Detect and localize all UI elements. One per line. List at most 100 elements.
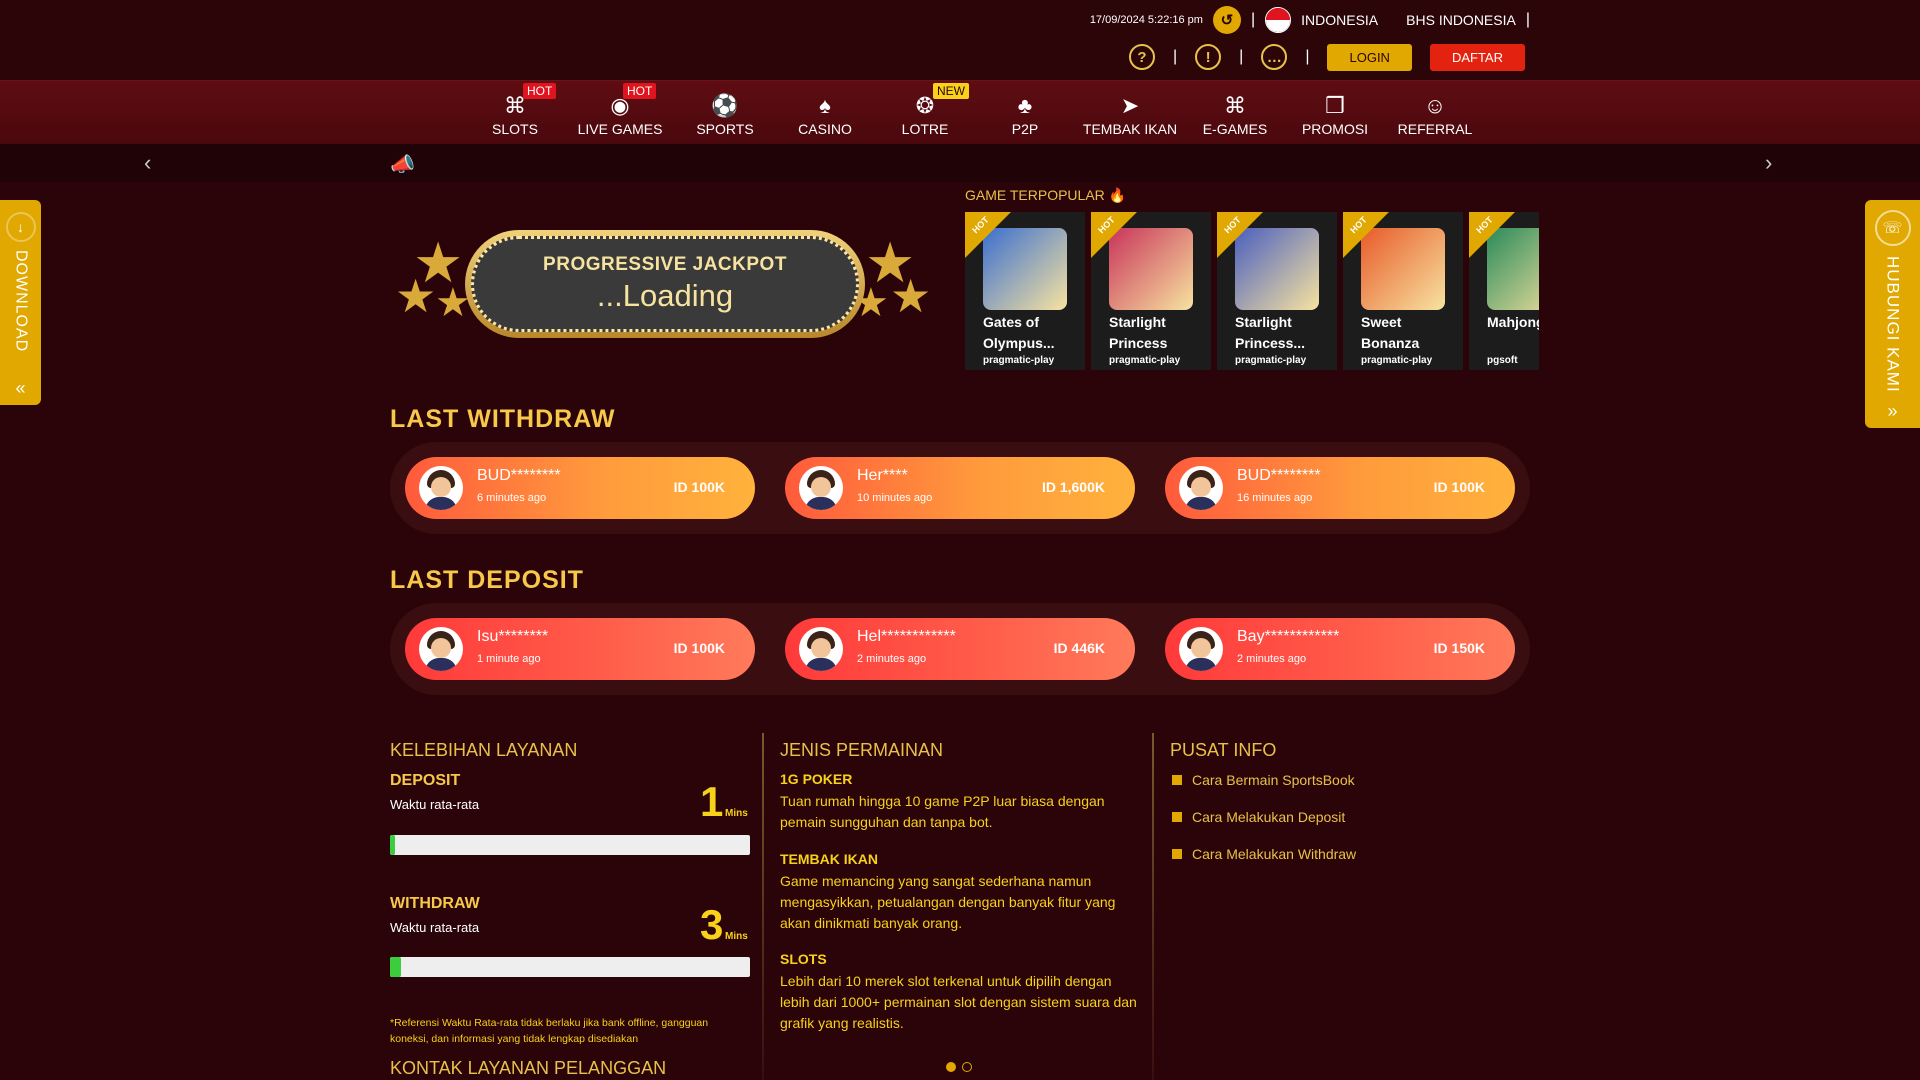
game-card[interactable]: HOT Starlight Princess... pragmatic-play — [1217, 212, 1337, 370]
deposit-speed-unit: Mins — [725, 808, 748, 819]
tx-time: 6 minutes ago — [477, 492, 547, 504]
deposit-speed-sub: Waktu rata-rata — [390, 797, 480, 812]
tx-amount: ID 100K — [1433, 479, 1485, 495]
fish-icon: ➤ — [1120, 93, 1140, 118]
nav-badge: HOT — [623, 83, 657, 99]
top-info-row: 17/09/2024 5:22:16 pm ↺ | INDONESIA BHS … — [1090, 6, 1530, 34]
game-name: Gates of Olympus... — [983, 314, 1055, 351]
download-tab[interactable]: ↓ DOWNLOAD « — [0, 200, 41, 405]
login-button[interactable]: LOGIN — [1327, 43, 1412, 71]
last-withdraw-title: LAST WITHDRAW — [390, 405, 616, 433]
divider: | — [1305, 48, 1310, 65]
nav-item-sports[interactable]: ⚽ SPORTS — [675, 81, 775, 145]
nav-item-live-games[interactable]: ◉ LIVE GAMES HOT — [565, 81, 675, 145]
withdraw-speed-label: WITHDRAW — [390, 895, 480, 912]
game-name: Starlight Princess... — [1235, 314, 1306, 351]
game-provider: pragmatic-play — [983, 355, 1055, 366]
nav-item-label: CASINO — [798, 121, 852, 137]
withdraw-speed-fill — [390, 957, 401, 977]
nav-item-label: PROMOSI — [1301, 121, 1369, 137]
star-icon: ★ — [395, 270, 437, 322]
chevron-double-left-icon: « — [15, 378, 26, 398]
divider: | — [1250, 11, 1256, 28]
last-withdraw-panel: BUD******** 6 minutes ago ID 100K Her**** 10… — [390, 442, 1530, 534]
game-type-title: SLOTS — [780, 951, 827, 967]
withdraw-card: BUD******** 6 minutes ago ID 100K — [405, 457, 755, 519]
game-card[interactable]: HOT Starlight Princess pragmatic-play — [1091, 212, 1211, 370]
game-type-desc: Lebih dari 10 merek slot terkenal untuk … — [780, 973, 1137, 1031]
customer-service-title: KONTAK LAYANAN PELANGGAN — [390, 1058, 667, 1078]
nav-badge: NEW — [933, 83, 969, 99]
jackpot-value: ...Loading — [596, 278, 734, 313]
nav-item-label: TEMBAK IKAN — [1082, 121, 1178, 137]
lottery-icon: ❂ — [915, 93, 935, 118]
avatar — [1179, 466, 1223, 510]
nav-item-slots[interactable]: ⌘ SLOTS HOT — [465, 81, 565, 145]
service-title: KELEBIHAN LAYANAN — [390, 740, 578, 760]
tx-amount: ID 1,600K — [1041, 479, 1105, 495]
game-provider: pragmatic-play — [1235, 355, 1307, 366]
column-divider — [1152, 733, 1154, 1080]
popular-games-list: HOT Gates of Olympus... pragmatic-play HOT S… — [965, 212, 1539, 372]
tx-time: 1 minute ago — [477, 653, 541, 665]
user-name: Her**** — [857, 467, 908, 484]
info-icon[interactable]: ! — [1195, 44, 1222, 70]
info-link-label: Cara Bermain SportsBook — [1192, 772, 1355, 788]
chevron-left-icon[interactable]: ‹ — [144, 150, 151, 176]
nav-item-casino[interactable]: ♠ CASINO — [775, 81, 875, 145]
announcement-strip: ‹ 📣 › — [0, 144, 1920, 182]
user-name: Isu******** — [477, 628, 549, 645]
avatar — [419, 466, 463, 510]
nav-badge: HOT — [523, 83, 557, 99]
nav-items: ⌘ SLOTS HOT ◉ LIVE GAMES HOT ⚽ SPORTS ♠ CASINO ❂ LO… — [465, 81, 1485, 145]
share-icon[interactable]: ↺ — [1212, 6, 1241, 34]
deposit-card: Isu******** 1 minute ago ID 100K — [405, 618, 755, 680]
carousel-dot[interactable] — [946, 1062, 956, 1072]
nav-item-tembak-ikan[interactable]: ➤ TEMBAK IKAN — [1075, 81, 1185, 145]
game-card[interactable]: HOTMahjong Wayspgsoft — [1469, 212, 1539, 370]
datetime: 17/09/2024 5:22:16 pm — [1089, 14, 1203, 26]
nav-item-e-games[interactable]: ⌘ E-GAMES — [1185, 81, 1285, 145]
last-deposit-title: LAST DEPOSIT — [390, 566, 584, 594]
nav-item-label: SPORTS — [696, 121, 754, 137]
game-card[interactable]: HOT Sweet Bonanza pragmatic-play — [1343, 212, 1463, 370]
user-name: BUD******** — [1237, 467, 1321, 484]
game-provider: pgsoft — [1487, 355, 1518, 366]
info-link[interactable]: Cara Melakukan Withdraw — [1172, 846, 1356, 862]
nav-item-promosi[interactable]: ❒ PROMOSI — [1285, 81, 1385, 145]
game-name: Mahjong Ways — [1487, 314, 1539, 330]
carousel-dot[interactable] — [962, 1062, 972, 1072]
column-divider — [762, 733, 764, 1080]
country-selector[interactable]: INDONESIA — [1301, 12, 1378, 28]
info-link[interactable]: Cara Melakukan Deposit — [1172, 809, 1345, 825]
withdraw-card: BUD******** 16 minutes ago ID 100K — [1165, 457, 1515, 519]
top-action-row: ? | ! | … | LOGIN DAFTAR — [1129, 42, 1525, 72]
jackpot-display: PROGRESSIVE JACKPOT ...Loading — [471, 236, 859, 332]
language-selector[interactable]: BHS INDONESIA — [1406, 12, 1516, 28]
game-provider: pragmatic-play — [1109, 355, 1181, 366]
last-deposit-panel: Isu******** 1 minute ago ID 100K Hel*******… — [390, 603, 1530, 695]
contact-tab[interactable]: ☏ HUBUNGI KAMI » — [1865, 200, 1920, 428]
nav-item-label: REFERRAL — [1397, 121, 1473, 137]
nav-item-referral[interactable]: ☺ REFERRAL — [1385, 81, 1485, 145]
deposit-card: Bay************ 2 minutes ago ID 150K — [1165, 618, 1515, 680]
nav-item-label: LIVE GAMES — [577, 121, 663, 137]
avatar — [799, 627, 843, 671]
referral-icon: ☺ — [1423, 93, 1447, 118]
game-card[interactable]: HOT Gates of Olympus... pragmatic-play — [965, 212, 1085, 370]
gift-icon: ❒ — [1325, 93, 1345, 118]
carousel-dots — [946, 1062, 972, 1072]
chevron-right-icon[interactable]: › — [1765, 150, 1772, 176]
indonesia-flag-icon[interactable] — [1265, 7, 1292, 33]
chat-icon[interactable]: … — [1261, 44, 1288, 70]
deposit-speed-bar — [390, 835, 750, 855]
nav-item-p2p[interactable]: ♣ P2P — [975, 81, 1075, 145]
game-types-title: JENIS PERMAINAN — [780, 740, 944, 760]
nav-item-lotre[interactable]: ❂ LOTRE NEW — [875, 81, 975, 145]
info-link[interactable]: Cara Bermain SportsBook — [1172, 772, 1355, 788]
progressive-jackpot: ★ ★ ★ ★ ★ ★ PROGRESSIVE JACKPOT ...Loadi… — [395, 225, 940, 345]
tx-time: 10 minutes ago — [857, 492, 933, 504]
help-icon[interactable]: ? — [1129, 44, 1156, 70]
download-label: DOWNLOAD — [12, 250, 30, 353]
register-button[interactable]: DAFTAR — [1429, 43, 1525, 71]
